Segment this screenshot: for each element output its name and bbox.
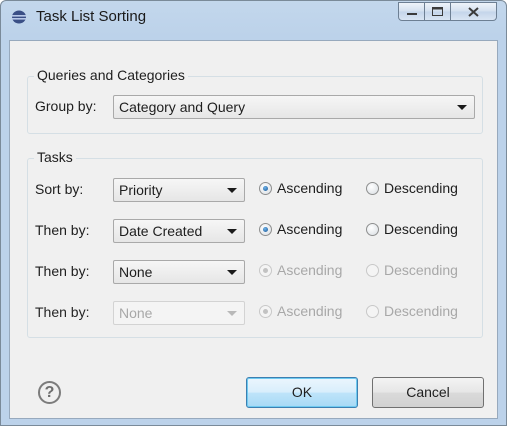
then-by-2-ascending-radio: Ascending bbox=[259, 262, 342, 278]
radio-label: Descending bbox=[384, 221, 458, 237]
radio-label: Ascending bbox=[277, 303, 343, 319]
then-by-1-descending-radio[interactable]: Descending bbox=[366, 221, 458, 237]
maximize-icon bbox=[432, 7, 443, 16]
close-window-button[interactable] bbox=[451, 2, 497, 21]
group-by-value: Category and Query bbox=[119, 99, 246, 115]
sort-by-label: Sort by: bbox=[35, 181, 84, 197]
task-list-icon bbox=[12, 10, 26, 24]
then-by-1-value: Date Created bbox=[119, 223, 203, 239]
title-bar[interactable]: Task List Sorting bbox=[1, 1, 506, 41]
radio-selected-icon bbox=[259, 181, 272, 195]
radio-unselected-icon bbox=[366, 222, 379, 236]
help-icon[interactable]: ? bbox=[38, 381, 61, 404]
radio-label: Descending bbox=[384, 262, 458, 278]
sort-by-combo[interactable]: Priority bbox=[113, 178, 245, 202]
ok-button[interactable]: OK bbox=[246, 377, 358, 408]
queries-and-categories-group: Queries and Categories Group by: Categor… bbox=[27, 67, 483, 134]
window-controls bbox=[398, 2, 497, 21]
then-by-3-descending-radio: Descending bbox=[366, 303, 458, 319]
chevron-down-icon bbox=[227, 270, 237, 275]
then-by-1-ascending-radio[interactable]: Ascending bbox=[259, 221, 342, 237]
maximize-button[interactable] bbox=[425, 2, 451, 21]
window-title: Task List Sorting bbox=[36, 8, 147, 25]
then-by-3-ascending-radio: Ascending bbox=[259, 303, 342, 319]
chevron-down-icon bbox=[227, 188, 237, 193]
then-by-2-combo[interactable]: None bbox=[113, 260, 245, 284]
then-by-1-combo[interactable]: Date Created bbox=[113, 219, 245, 243]
radio-unselected-icon bbox=[366, 181, 379, 195]
tasks-group-label: Tasks bbox=[34, 149, 76, 165]
then-by-3-combo: None bbox=[113, 301, 245, 325]
dialog-client-area: Queries and Categories Group by: Categor… bbox=[9, 40, 498, 419]
radio-selected-icon bbox=[259, 263, 272, 277]
queries-group-label: Queries and Categories bbox=[34, 67, 188, 83]
radio-selected-icon bbox=[259, 304, 272, 318]
radio-label: Descending bbox=[384, 180, 458, 196]
then-by-2-descending-radio: Descending bbox=[366, 262, 458, 278]
sort-by-value: Priority bbox=[119, 182, 163, 198]
tasks-group: Tasks Sort by: Priority Ascending Descen… bbox=[27, 149, 483, 338]
radio-label: Ascending bbox=[277, 221, 343, 237]
radio-label: Descending bbox=[384, 303, 458, 319]
radio-label: Ascending bbox=[277, 262, 343, 278]
radio-unselected-icon bbox=[366, 263, 379, 277]
cancel-button[interactable]: Cancel bbox=[372, 377, 484, 408]
chevron-down-icon bbox=[227, 229, 237, 234]
sort-by-ascending-radio[interactable]: Ascending bbox=[259, 180, 342, 196]
minimize-button[interactable] bbox=[398, 2, 425, 21]
then-by-2-value: None bbox=[119, 264, 153, 280]
minimize-icon bbox=[406, 12, 417, 15]
sort-by-descending-radio[interactable]: Descending bbox=[366, 180, 458, 196]
then-by-1-label: Then by: bbox=[35, 222, 90, 238]
radio-selected-icon bbox=[259, 222, 272, 236]
chevron-down-icon bbox=[227, 311, 237, 316]
radio-label: Ascending bbox=[277, 180, 343, 196]
group-by-combo[interactable]: Category and Query bbox=[113, 95, 475, 119]
dialog-window: Task List Sorting Queries and Categories… bbox=[0, 0, 507, 426]
then-by-2-label: Then by: bbox=[35, 263, 90, 279]
radio-unselected-icon bbox=[366, 304, 379, 318]
then-by-3-value: None bbox=[119, 305, 153, 321]
group-by-label: Group by: bbox=[35, 98, 97, 114]
chevron-down-icon bbox=[457, 105, 467, 110]
close-icon bbox=[468, 6, 479, 17]
then-by-3-label: Then by: bbox=[35, 304, 90, 320]
